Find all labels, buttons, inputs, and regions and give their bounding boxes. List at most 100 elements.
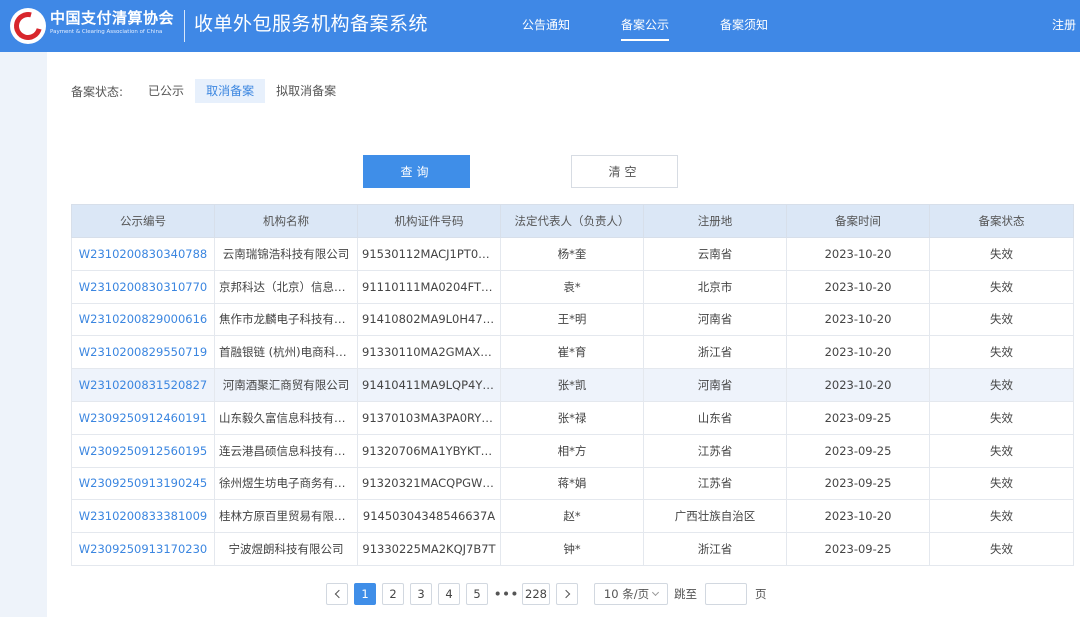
- cell-status: 失效: [929, 433, 1074, 468]
- cell-status: 失效: [929, 368, 1074, 402]
- cell-filing-date: 2023-10-20: [786, 368, 930, 402]
- cell-filing-date: 2023-10-20: [786, 335, 930, 370]
- cell-code[interactable]: W2309250913170230: [71, 532, 215, 566]
- more-pages-ellipsis[interactable]: •••: [494, 587, 518, 601]
- cell-org-name: 宁波煜朗科技有限公司: [214, 532, 358, 566]
- cell-license-no: 91410411MA9LQP4Y6U: [357, 368, 501, 402]
- cell-region: 江苏省: [643, 466, 787, 501]
- cell-legal-rep: 相*方: [500, 433, 644, 468]
- col-header-filing-date: 备案时间: [786, 204, 930, 238]
- clear-button[interactable]: 清空: [571, 155, 678, 188]
- cell-status: 失效: [929, 499, 1074, 534]
- prev-page-button[interactable]: [326, 583, 348, 605]
- page-button-3[interactable]: 3: [410, 583, 432, 605]
- table-row: W2309250913170230 宁波煜朗科技有限公司 91330225MA2KQ…: [71, 532, 1074, 566]
- table-row: W2310200833381009 桂林方原百里贸易有限公... 914503043…: [71, 499, 1074, 534]
- cell-filing-date: 2023-09-25: [786, 400, 930, 435]
- col-header-region: 注册地: [643, 204, 787, 238]
- col-header-legal-rep: 法定代表人（负责人）: [500, 204, 644, 238]
- cell-code[interactable]: W2310200830310770: [71, 269, 215, 304]
- logo-text: 中国支付清算协会 Payment & Clearing Association …: [50, 8, 174, 36]
- nav-filing-publicity[interactable]: 备案公示: [621, 15, 670, 41]
- table-row: W2310200830340788 云南瑞锦浩科技有限公司 91530112MACJ…: [71, 237, 1074, 271]
- page-button-1[interactable]: 1: [354, 583, 376, 605]
- top-header: 中国支付清算协会 Payment & Clearing Association …: [0, 0, 1080, 52]
- cell-org-name: 桂林方原百里贸易有限公...: [214, 499, 358, 534]
- cell-status: 失效: [929, 269, 1074, 304]
- page-button-5[interactable]: 5: [466, 583, 488, 605]
- nav-announcements[interactable]: 公告通知: [522, 15, 570, 35]
- cell-code[interactable]: W2309250912460191: [71, 400, 215, 435]
- filter-option-published[interactable]: 已公示: [137, 79, 195, 103]
- cell-region: 河南省: [643, 368, 787, 402]
- chevron-down-icon: [652, 588, 660, 597]
- cell-legal-rep: 袁*: [500, 269, 644, 304]
- jump-page-input[interactable]: [705, 583, 747, 605]
- query-button[interactable]: 查询: [363, 155, 470, 188]
- cell-filing-date: 2023-09-25: [786, 433, 930, 468]
- cell-legal-rep: 钟*: [500, 532, 644, 566]
- cell-code[interactable]: W2309250912560195: [71, 433, 215, 468]
- filter-label: 备案状态:: [71, 84, 124, 99]
- cell-region: 广西壮族自治区: [643, 499, 787, 534]
- cell-status: 失效: [929, 237, 1074, 271]
- cell-org-name: 徐州煜生坊电子商务有限...: [214, 466, 358, 501]
- cell-license-no: 91110111MA0204FT2W: [357, 269, 501, 304]
- chevron-right-icon: [561, 589, 570, 599]
- cell-org-name: 首融银链 (杭州)电商科技...: [214, 335, 358, 370]
- jump-to-label: 跳至: [674, 587, 697, 601]
- cell-code[interactable]: W2310200830340788: [71, 237, 215, 271]
- cell-region: 浙江省: [643, 335, 787, 370]
- cell-code[interactable]: W2309250913190245: [71, 466, 215, 501]
- cell-region: 江苏省: [643, 433, 787, 468]
- filter-option-pending-cancel[interactable]: 拟取消备案: [265, 79, 347, 103]
- cell-org-name: 焦作市龙麟电子科技有限...: [214, 302, 358, 337]
- main-card: 备案状态: 已公示 取消备案 拟取消备案 查询 清空 公示编号 机构名称 机构证…: [47, 52, 1080, 617]
- cell-legal-rep: 王*明: [500, 302, 644, 337]
- cell-license-no: 91320706MA1YBYKT7U: [357, 433, 501, 468]
- cell-code[interactable]: W2310200831520827: [71, 368, 215, 402]
- table-row: W2309250912560195 连云港昌硕信息科技有限... 91320706M…: [71, 433, 1074, 468]
- header-divider: [184, 10, 185, 42]
- cell-filing-date: 2023-09-25: [786, 532, 930, 566]
- table-row: W2309250912460191 山东毅久富信息科技有限... 91370103M…: [71, 400, 1074, 435]
- cell-legal-rep: 张*禄: [500, 400, 644, 435]
- system-title: 收单外包服务机构备案系统: [194, 13, 429, 35]
- filter-option-cancelled[interactable]: 取消备案: [195, 79, 266, 103]
- cell-code[interactable]: W2310200829550719: [71, 335, 215, 370]
- status-filter: 备案状态: 已公示 取消备案 拟取消备案: [71, 79, 347, 103]
- cell-status: 失效: [929, 335, 1074, 370]
- cell-license-no: 91330225MA2KQJ7B7T: [357, 532, 501, 566]
- col-header-org-name: 机构名称: [214, 204, 358, 238]
- cell-license-no: 91450304348546637A: [357, 499, 501, 534]
- page-button-4[interactable]: 4: [438, 583, 460, 605]
- page-button-2[interactable]: 2: [382, 583, 404, 605]
- cell-filing-date: 2023-10-20: [786, 269, 930, 304]
- cell-legal-rep: 杨*奎: [500, 237, 644, 271]
- cell-region: 浙江省: [643, 532, 787, 566]
- col-header-status: 备案状态: [929, 204, 1074, 238]
- next-page-button[interactable]: [556, 583, 578, 605]
- cell-region: 河南省: [643, 302, 787, 337]
- cell-code[interactable]: W2310200833381009: [71, 499, 215, 534]
- cell-legal-rep: 赵*: [500, 499, 644, 534]
- cell-status: 失效: [929, 532, 1074, 566]
- cell-region: 云南省: [643, 237, 787, 271]
- register-link[interactable]: 注册: [1052, 16, 1076, 33]
- table-row: W2310200830310770 京邦科达（北京）信息科... 91110111M…: [71, 269, 1074, 304]
- table-row: W2310200829550719 首融银链 (杭州)电商科技... 9133011…: [71, 335, 1074, 370]
- page-size-select[interactable]: 10 条/页: [594, 583, 668, 605]
- cell-region: 北京市: [643, 269, 787, 304]
- last-page-button[interactable]: 228: [522, 583, 550, 605]
- association-logo-icon: [8, 6, 48, 46]
- org-name-en: Payment & Clearing Association of China: [50, 29, 163, 35]
- nav-filing-guide[interactable]: 备案须知: [720, 15, 768, 35]
- cell-filing-date: 2023-10-20: [786, 237, 930, 271]
- cell-region: 山东省: [643, 400, 787, 435]
- cell-legal-rep: 张*凯: [500, 368, 644, 402]
- cell-license-no: 91320321MACQPGW57P: [357, 466, 501, 501]
- cell-legal-rep: 崔*育: [500, 335, 644, 370]
- col-header-license-no: 机构证件号码: [357, 204, 501, 238]
- cell-license-no: 91330110MA2GMAX45L: [357, 335, 501, 370]
- cell-code[interactable]: W2310200829000616: [71, 302, 215, 337]
